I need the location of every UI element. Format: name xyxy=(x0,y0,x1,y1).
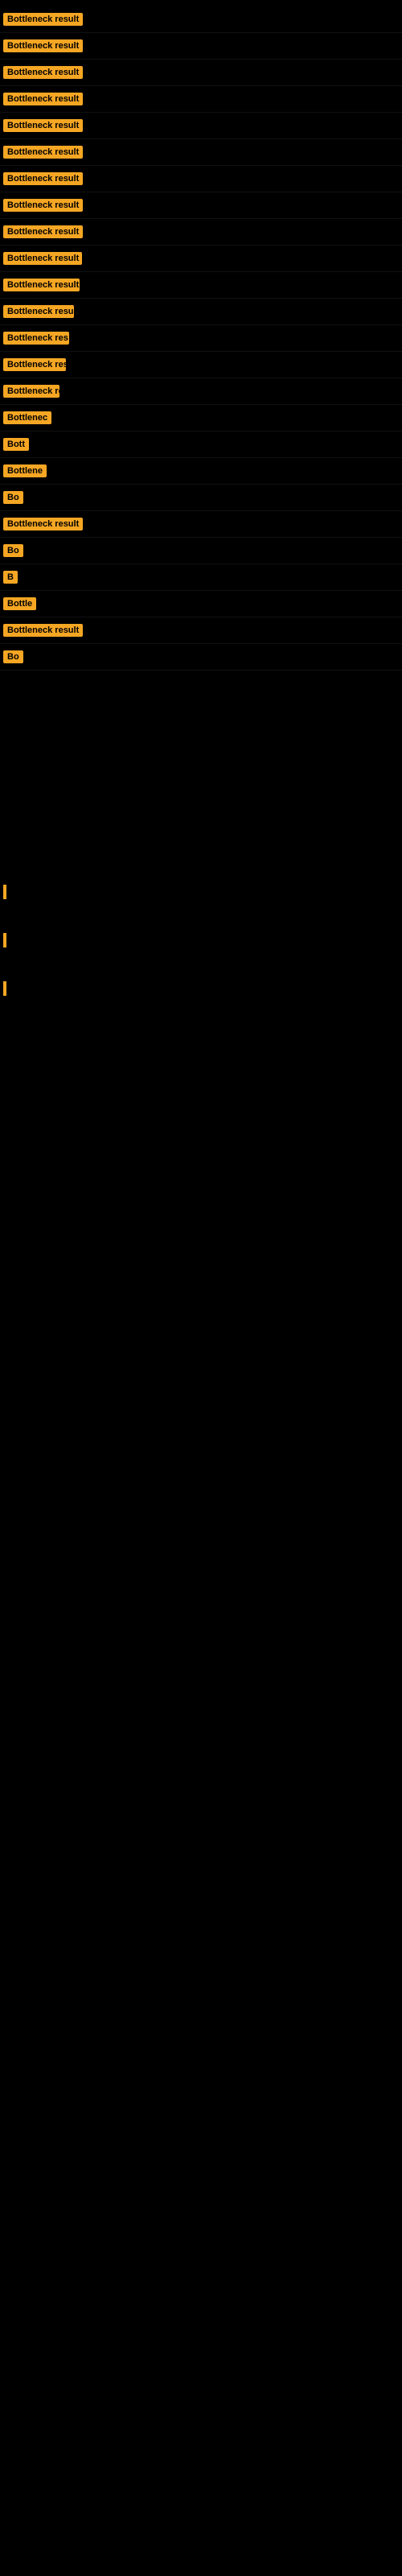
result-row: Bo xyxy=(0,644,402,671)
result-row: Bottleneck result xyxy=(0,511,402,538)
bottom-bars-container xyxy=(0,880,402,1025)
result-row: Bottleneck result xyxy=(0,166,402,192)
bottleneck-badge: Bottleneck result xyxy=(3,279,80,291)
result-row: Bottleneck result xyxy=(0,60,402,86)
bottleneck-badge: Bo xyxy=(3,650,23,663)
vertical-bar-indicator xyxy=(3,933,6,947)
result-row: Bottleneck result xyxy=(0,192,402,219)
bottleneck-badge: Bottleneck result xyxy=(3,66,83,79)
result-row: Bottlenec xyxy=(0,405,402,431)
result-row: Bottleneck re xyxy=(0,378,402,405)
result-row: Bottleneck result xyxy=(0,246,402,272)
bottleneck-badge: Bottleneck resu xyxy=(3,305,74,318)
site-title xyxy=(0,0,402,6)
result-row: Bottleneck res xyxy=(0,325,402,352)
bottleneck-badge: Bottleneck result xyxy=(3,119,83,132)
result-row: Bottleneck result xyxy=(0,113,402,139)
result-row: Bottleneck result xyxy=(0,219,402,246)
result-row: Bottle xyxy=(0,591,402,617)
bottleneck-badge: Bottleneck res xyxy=(3,332,69,345)
result-row: Bott xyxy=(0,431,402,458)
bottleneck-badge: Bottleneck result xyxy=(3,518,83,530)
result-row: Bottleneck resu xyxy=(0,299,402,325)
bottleneck-badge: Bottleneck result xyxy=(3,93,83,105)
results-container: Bottleneck result Bottleneck result Bottle… xyxy=(0,6,402,671)
bottleneck-badge: Bo xyxy=(3,491,23,504)
result-row: B xyxy=(0,564,402,591)
bottleneck-badge: Bottlenec xyxy=(3,411,51,424)
result-row: Bo xyxy=(0,485,402,511)
bottleneck-badge: Bottleneck result xyxy=(3,39,83,52)
bottom-bar xyxy=(0,880,402,904)
bottleneck-badge: Bott xyxy=(3,438,29,451)
bottleneck-badge: Bottle xyxy=(3,597,36,610)
bottleneck-badge: Bottleneck result xyxy=(3,252,82,265)
result-row: Bottleneck res xyxy=(0,352,402,378)
bottleneck-badge: B xyxy=(3,571,18,584)
result-row: Bottleneck result xyxy=(0,33,402,60)
bottleneck-badge: Bo xyxy=(3,544,23,557)
bottom-bar xyxy=(0,976,402,1001)
bottleneck-badge: Bottleneck result xyxy=(3,199,83,212)
vertical-bar-indicator xyxy=(3,885,6,899)
bottleneck-badge: Bottleneck result xyxy=(3,225,83,238)
result-row: Bottlene xyxy=(0,458,402,485)
bottleneck-badge: Bottleneck res xyxy=(3,358,66,371)
vertical-bar-indicator xyxy=(3,981,6,996)
result-row: Bo xyxy=(0,538,402,564)
bottleneck-badge: Bottleneck result xyxy=(3,146,83,159)
footer-spacer xyxy=(0,1025,402,1105)
bottleneck-badge: Bottleneck re xyxy=(3,385,59,398)
bottleneck-badge: Bottleneck result xyxy=(3,172,83,185)
spacer-1 xyxy=(0,671,402,880)
result-row: Bottleneck result xyxy=(0,86,402,113)
result-row: Bottleneck result xyxy=(0,272,402,299)
bottleneck-badge: Bottlene xyxy=(3,464,47,477)
result-row: Bottleneck result xyxy=(0,139,402,166)
result-row: Bottleneck result xyxy=(0,6,402,33)
result-row: Bottleneck result xyxy=(0,617,402,644)
bottleneck-badge: Bottleneck result xyxy=(3,624,83,637)
bottom-bar xyxy=(0,928,402,952)
bottleneck-badge: Bottleneck result xyxy=(3,13,83,26)
